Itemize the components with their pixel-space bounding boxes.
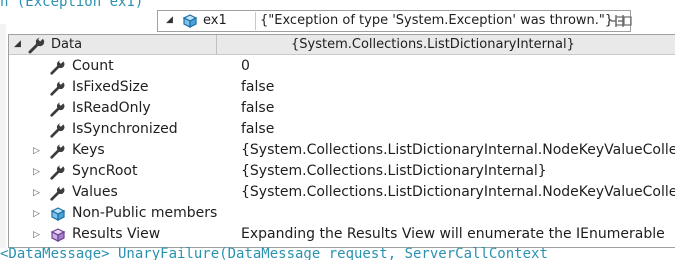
expand-arrow-icon[interactable]: ▷ bbox=[33, 146, 40, 156]
results-cube-icon bbox=[49, 226, 67, 244]
member-name: SyncRoot bbox=[72, 163, 138, 179]
datatip-header[interactable]: ◢ ex1 {"Exception of type 'System.Except… bbox=[157, 10, 631, 32]
member-value[interactable]: {System.Collections.ListDictionaryIntern… bbox=[241, 184, 675, 200]
datatip-panel: ◢ Data {System.Collections.ListDictionar… bbox=[8, 34, 675, 248]
list-item-syncroot[interactable]: ▷ SyncRoot {System.Collections.ListDicti… bbox=[9, 162, 675, 183]
member-name: Results View bbox=[72, 226, 161, 242]
wrench-icon bbox=[49, 121, 67, 139]
member-name: IsReadOnly bbox=[72, 100, 151, 116]
column-separator[interactable] bbox=[216, 35, 217, 54]
object-cube-icon bbox=[49, 205, 67, 223]
member-value[interactable]: false bbox=[241, 121, 675, 137]
list-item-values[interactable]: ▷ Values {System.Collections.ListDiction… bbox=[9, 183, 675, 204]
list-item-isfixedsize[interactable]: IsFixedSize false bbox=[9, 78, 675, 99]
editor-margin bbox=[0, 24, 6, 248]
list-item-keys[interactable]: ▷ Keys {System.Collections.ListDictionar… bbox=[9, 141, 675, 162]
datatip-separator bbox=[255, 12, 256, 30]
datatip-variable-name: ex1 bbox=[203, 13, 227, 28]
expand-arrow-icon[interactable]: ▷ bbox=[33, 167, 40, 177]
wrench-icon bbox=[27, 36, 47, 58]
code-line-top: n (Exception ex1) bbox=[0, 0, 144, 10]
member-name: Keys bbox=[72, 142, 105, 158]
wrench-icon bbox=[49, 100, 67, 118]
expand-arrow-icon[interactable]: ▷ bbox=[33, 188, 40, 198]
list-item-isreadonly[interactable]: IsReadOnly false bbox=[9, 99, 675, 120]
collapse-arrow-icon[interactable]: ◢ bbox=[14, 39, 21, 49]
member-name: IsSynchronized bbox=[72, 121, 178, 137]
pin-icon[interactable] bbox=[617, 13, 633, 32]
member-list: Count 0 IsFixedSize false IsReadOnly fal… bbox=[9, 57, 675, 246]
member-value[interactable]: 0 bbox=[241, 58, 675, 74]
member-value[interactable]: Expanding the Results View will enumerat… bbox=[241, 226, 675, 242]
object-cube-icon bbox=[181, 13, 199, 33]
wrench-icon bbox=[49, 163, 67, 181]
expand-arrow-icon[interactable]: ▷ bbox=[33, 230, 40, 240]
list-item-results-view[interactable]: ▷ Results View Expanding the Results Vie… bbox=[9, 225, 675, 246]
member-value[interactable]: {System.Collections.ListDictionaryIntern… bbox=[241, 163, 675, 179]
data-header-name: Data bbox=[51, 37, 83, 52]
list-item-issynchronized[interactable]: IsSynchronized false bbox=[9, 120, 675, 141]
collapse-arrow-icon[interactable]: ◢ bbox=[166, 15, 173, 25]
list-item-count[interactable]: Count 0 bbox=[9, 57, 675, 78]
wrench-icon bbox=[49, 79, 67, 97]
datatip-variable-value[interactable]: {"Exception of type 'System.Exception' w… bbox=[260, 13, 613, 28]
member-name: Values bbox=[72, 184, 118, 200]
member-name: Count bbox=[72, 58, 114, 74]
member-value[interactable]: false bbox=[241, 79, 675, 95]
list-item-non-public-members[interactable]: ▷ Non-Public members bbox=[9, 204, 675, 225]
member-value[interactable]: {System.Collections.ListDictionaryIntern… bbox=[241, 142, 675, 158]
member-name: Non-Public members bbox=[72, 205, 218, 221]
data-header-value: {System.Collections.ListDictionaryIntern… bbox=[291, 37, 575, 52]
wrench-icon bbox=[49, 58, 67, 76]
data-header-row[interactable]: ◢ Data {System.Collections.ListDictionar… bbox=[9, 35, 675, 55]
wrench-icon bbox=[49, 184, 67, 202]
wrench-icon bbox=[49, 142, 67, 160]
member-value[interactable]: false bbox=[241, 100, 675, 116]
member-name: IsFixedSize bbox=[72, 79, 149, 95]
expand-arrow-icon[interactable]: ▷ bbox=[33, 209, 40, 219]
